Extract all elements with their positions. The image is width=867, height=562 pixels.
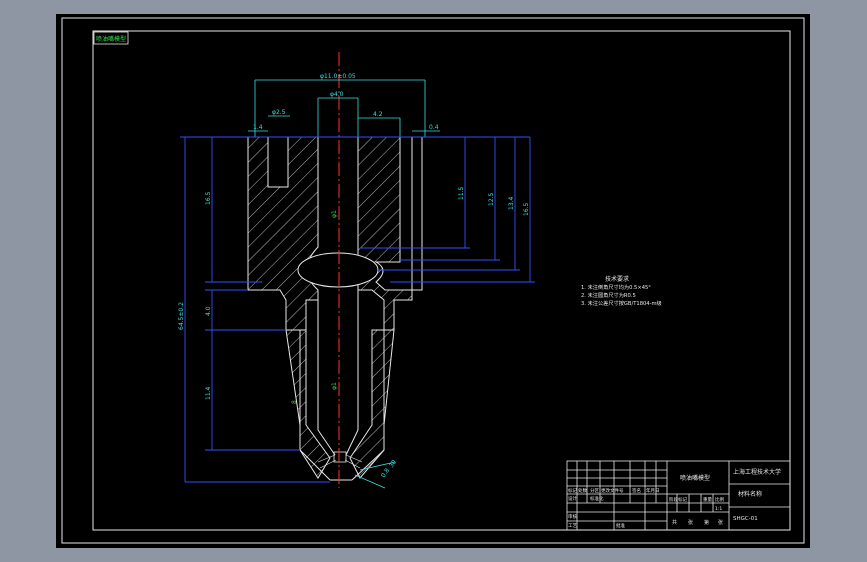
dim-right-h2: 12.5 <box>488 192 495 206</box>
pressure-chamber <box>297 252 379 288</box>
grid-label-4: 签名 <box>632 487 641 494</box>
tech-note-3: 3. 未注公差尺寸按GB/T1804-m级 <box>581 299 662 307</box>
dim-left-total: 64.5±0.2 <box>178 302 185 330</box>
corner-label: 喷油嘴模型 <box>96 35 126 43</box>
tech-notes-title: 技术要求 <box>605 275 629 283</box>
tech-note-1: 1. 未注倒角尺寸均为0.5×45° <box>581 283 651 291</box>
title-material: 材料名称 <box>738 490 762 498</box>
scale-value: 1:1 <box>715 506 722 512</box>
part-right-wall <box>411 136 423 291</box>
grid2-label-0: 设计 <box>568 495 577 502</box>
dim-hole-dia: φ2.5 <box>272 109 286 116</box>
sheet-label-3: 张 <box>718 519 723 526</box>
grid2-label-1: 标准化 <box>590 495 604 502</box>
blind-hole <box>267 136 289 188</box>
dim-tip: 0.8 <box>380 467 391 479</box>
title-part-name: 喷油嘴模型 <box>680 474 710 482</box>
stage-label-0: 阶段标记 <box>669 496 687 503</box>
grid-label-5: 年月日 <box>646 487 660 494</box>
dim-right-h1: 11.5 <box>458 186 465 200</box>
dim-right-h4: 16.5 <box>523 202 530 216</box>
dim-wall-left: 1.4 <box>253 124 263 131</box>
grid2-label-4: 批准 <box>616 522 625 529</box>
grid-label-2: 分区 <box>590 487 599 494</box>
dim-left-lower: 11.4 <box>205 386 212 400</box>
part-shank-right <box>349 329 395 479</box>
grid-label-1: 处数 <box>578 487 587 494</box>
cad-drawing: 喷油嘴模型 φ11.0±0.05 φ4.0 φ2.5 4.2 1.4 0.4 1… <box>61 17 805 544</box>
grid-label-0: 标记 <box>568 487 577 494</box>
dim-tip-label: 30 <box>388 459 398 469</box>
stage-label-1: 重量 <box>703 496 712 503</box>
stage-label-2: 比例 <box>715 496 724 503</box>
title-drawing-no: SHGC-01 <box>733 516 758 522</box>
sheet-label-0: 共 <box>672 519 677 526</box>
cad-viewport: 喷油嘴模型 φ11.0±0.05 φ4.0 φ2.5 4.2 1.4 0.4 1… <box>0 0 867 562</box>
dim-wall-right: 0.4 <box>429 124 439 131</box>
outer-frame <box>61 17 805 544</box>
dim-step-right: 4.2 <box>373 111 383 118</box>
dim-inner-dia: φ4.0 <box>330 91 344 98</box>
dim-top-width: φ11.0±0.05 <box>320 73 356 80</box>
dim-left-top-height: 16.5 <box>205 191 212 205</box>
dim-lower-small: 8 <box>291 400 298 404</box>
title-company: 上海工程技术大学 <box>733 468 781 476</box>
sheet-label-2: 第 <box>704 519 709 526</box>
grid2-label-3: 工艺 <box>568 523 577 529</box>
dim-center-lower: φ1 <box>331 382 338 390</box>
grid2-label-2: 审核 <box>568 513 577 520</box>
dim-center-top: φ1 <box>331 210 338 218</box>
sheet-label-1: 张 <box>688 519 693 526</box>
inner-frame <box>92 30 791 531</box>
dim-right-h3: 13.4 <box>508 196 515 210</box>
grid-label-3: 更改文件号 <box>601 487 624 494</box>
dim-left-mid: 4.0 <box>205 306 212 316</box>
part-section-right <box>357 136 413 331</box>
tech-note-2: 2. 未注圆角尺寸为R0.5 <box>581 291 636 299</box>
